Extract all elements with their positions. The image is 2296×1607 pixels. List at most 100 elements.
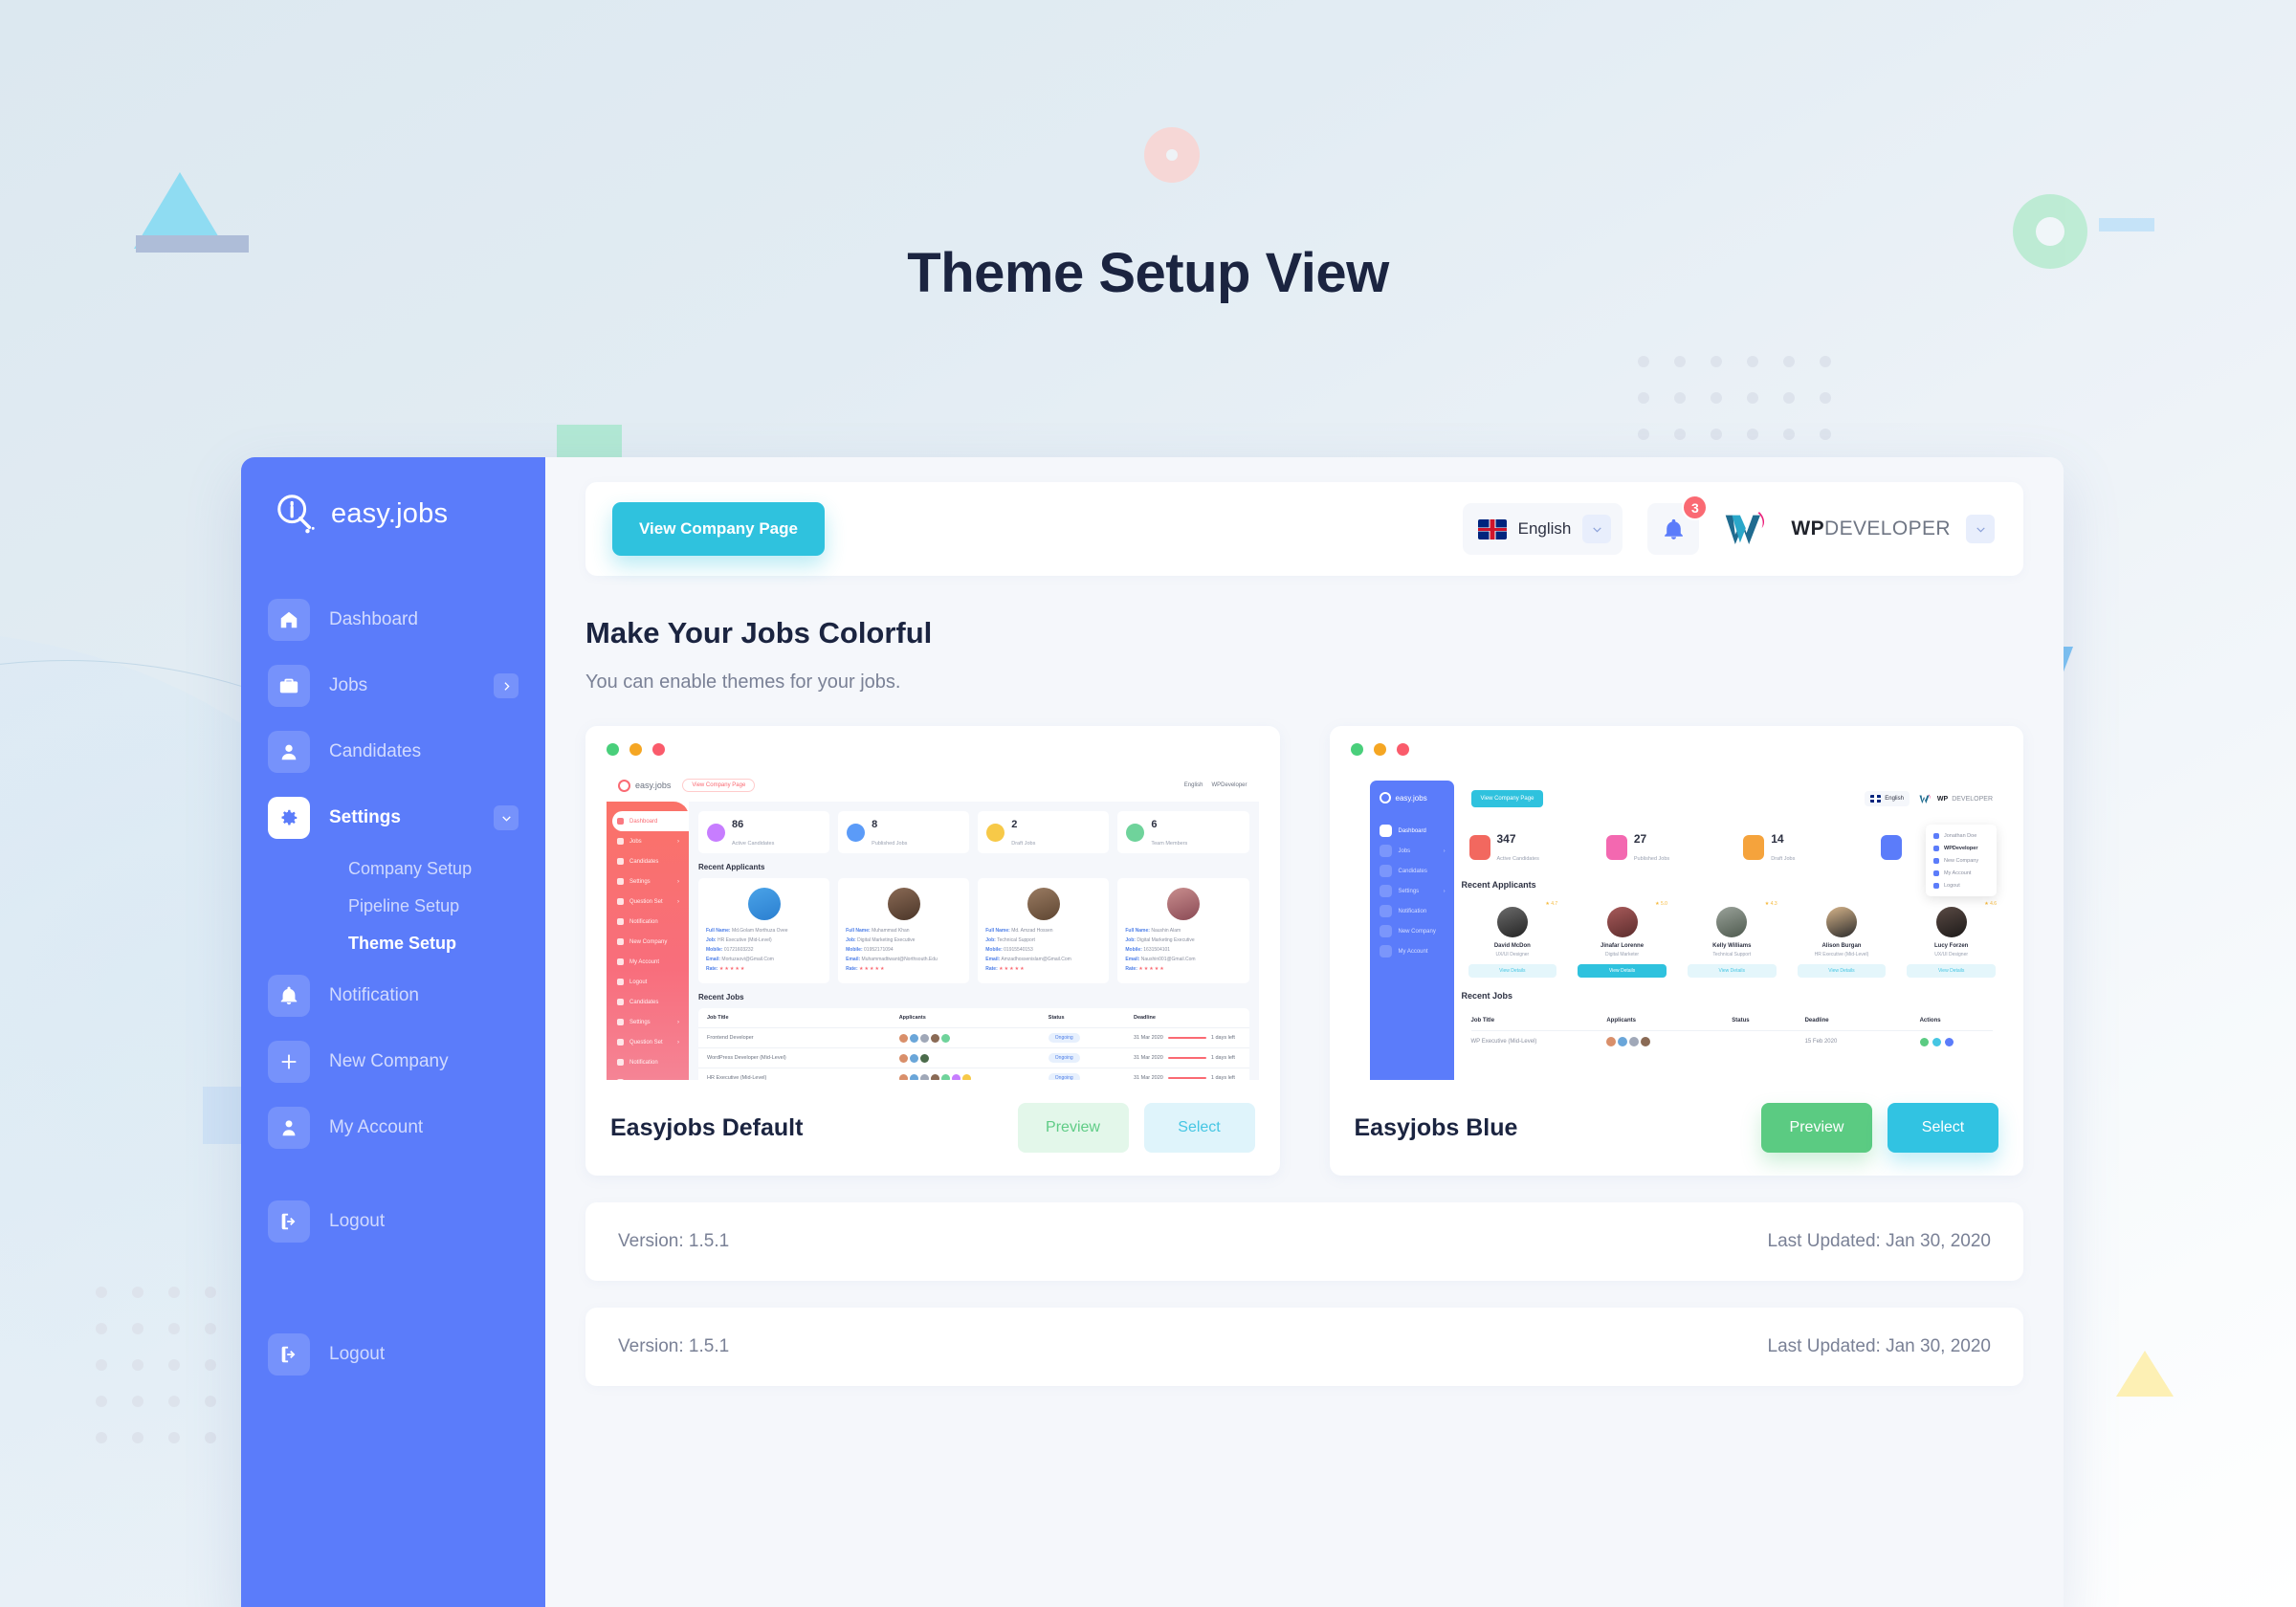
mini-applicant-card: ★ 4.6 Lucy Forzen UX/UI Designer View De… bbox=[1900, 896, 2003, 980]
mini-applicants-heading: Recent Applicants bbox=[698, 863, 765, 871]
chevron-right-icon[interactable] bbox=[494, 673, 519, 698]
mini-stat-card: 27 Published Jobs bbox=[1598, 826, 1729, 870]
dropdown-item: My Account bbox=[1926, 867, 1997, 879]
view-details-button: View Details bbox=[1468, 964, 1557, 978]
easyjobs-logo-icon bbox=[618, 779, 630, 792]
account-menu[interactable]: WPDEVELOPER bbox=[1724, 510, 1995, 548]
mini-applicant-row: Full Name: Md.Golam Morthuza Ovee Job: H… bbox=[698, 878, 1249, 983]
table-row: WP Executive (Mid-Level) 15 Feb 2020 bbox=[1471, 1031, 1994, 1052]
mini-nav-item: My Account bbox=[1370, 941, 1454, 961]
sidebar-item-label: Dashboard bbox=[329, 609, 418, 629]
chevron-down-icon[interactable] bbox=[1582, 515, 1612, 543]
sidebar-logout-group: Logout Logout bbox=[241, 1197, 545, 1379]
stat-icon bbox=[986, 823, 1005, 842]
select-button[interactable]: Select bbox=[1888, 1103, 1998, 1153]
dropdown-item: Logout bbox=[1926, 879, 1997, 892]
select-button[interactable]: Select bbox=[1143, 1103, 1255, 1153]
mini-nav-item: Notification bbox=[607, 1052, 689, 1072]
topbar-right: English 3 WPDEVELOPER bbox=[1462, 495, 1995, 555]
sidebar: easy.jobs Dashboard Jobs Candidates Sett… bbox=[241, 457, 545, 1607]
plus-icon bbox=[268, 1041, 310, 1083]
sidebar-subitem-theme-setup[interactable]: Theme Setup bbox=[241, 934, 545, 954]
mini-stat-row: 86 Active Candidates 8 Published Jobs 2 Dra… bbox=[698, 811, 1249, 853]
sidebar-item-new-company[interactable]: New Company bbox=[241, 1037, 545, 1087]
decor-triangle-blue-icon bbox=[134, 172, 226, 249]
avatar bbox=[1606, 907, 1638, 937]
stat-icon bbox=[1605, 835, 1627, 860]
sidebar-subitem-pipeline-setup[interactable]: Pipeline Setup bbox=[241, 896, 545, 916]
sidebar-item-candidates[interactable]: Candidates bbox=[241, 727, 545, 777]
theme-name: Easyjobs Blue bbox=[1354, 1113, 1518, 1141]
chevron-down-icon[interactable] bbox=[494, 805, 519, 830]
sidebar-item-settings[interactable]: Settings bbox=[241, 793, 545, 843]
mini-topbar-right: English WP DEVELOPER bbox=[1865, 791, 1993, 806]
logout-icon bbox=[268, 1333, 310, 1376]
language-selector[interactable]: English bbox=[1462, 503, 1623, 555]
sidebar-item-logout-2[interactable]: Logout bbox=[241, 1330, 545, 1379]
mini-nav-item: Jobs › bbox=[1370, 841, 1454, 861]
mini-stat-card: 86 Active Candidates bbox=[698, 811, 830, 853]
mini-nav-item: Question Set › bbox=[607, 892, 689, 912]
mini-nav-item: Candidates bbox=[607, 851, 689, 871]
sidebar-item-logout-1[interactable]: Logout bbox=[241, 1197, 545, 1246]
mini-sidebar: easy.jobs Dashboard Jobs › Candidates Set… bbox=[1369, 781, 1454, 1080]
account-name: WPDEVELOPER bbox=[1791, 517, 1951, 540]
preview-button[interactable]: Preview bbox=[1017, 1103, 1129, 1153]
sidebar-item-label: My Account bbox=[329, 1117, 424, 1137]
view-company-page-button[interactable]: View Company Page bbox=[612, 502, 825, 556]
decor-rect-mint bbox=[557, 425, 622, 457]
version-label: Version: 1.5.1 bbox=[618, 1231, 730, 1251]
section-header: Make Your Jobs Colorful You can enable t… bbox=[585, 616, 2023, 693]
rating-badge: ★ 4.7 bbox=[1545, 901, 1558, 907]
section-title: Make Your Jobs Colorful bbox=[585, 616, 933, 649]
topbar: View Company Page English 3 WPDEVELOPER bbox=[585, 482, 2023, 576]
theme-preview-default: easy.jobs View Company Page English WPDe… bbox=[585, 726, 1280, 1080]
uk-flag-icon bbox=[1870, 795, 1882, 803]
avatar bbox=[747, 888, 781, 920]
brand[interactable]: easy.jobs bbox=[241, 457, 545, 536]
window-dot-orange bbox=[629, 743, 642, 756]
sidebar-item-label: Candidates bbox=[329, 741, 422, 761]
sidebar-item-my-account[interactable]: My Account bbox=[241, 1103, 545, 1153]
sidebar-item-notification[interactable]: Notification bbox=[241, 971, 545, 1021]
mini-applicant-card: Full Name: Naushin Alam Job: Digital Mar… bbox=[1117, 878, 1249, 983]
sidebar-item-dashboard[interactable]: Dashboard bbox=[241, 595, 545, 645]
language-label: English bbox=[1517, 519, 1572, 538]
theme-card-blue[interactable]: easy.jobs Dashboard Jobs › Candidates Set… bbox=[1329, 726, 2024, 1176]
last-updated-label: Last Updated: Jan 30, 2020 bbox=[1767, 1231, 1991, 1251]
stat-icon bbox=[1468, 835, 1490, 860]
chevron-down-icon[interactable] bbox=[1966, 515, 1995, 543]
user-icon bbox=[268, 731, 310, 773]
theme-card-footer: Easyjobs Default Preview Select bbox=[585, 1080, 1280, 1176]
window-dots bbox=[607, 743, 1259, 756]
uk-flag-icon bbox=[1477, 518, 1507, 539]
bell-icon bbox=[1665, 518, 1683, 539]
mini-dashboard-blue: easy.jobs Dashboard Jobs › Candidates Set… bbox=[1351, 769, 2003, 1080]
mini-nav-item: Settings › bbox=[1370, 881, 1454, 901]
preview-button[interactable]: Preview bbox=[1761, 1103, 1872, 1153]
notifications-button[interactable]: 3 bbox=[1647, 495, 1709, 555]
theme-card-default[interactable]: easy.jobs View Company Page English WPDe… bbox=[585, 726, 1280, 1176]
sidebar-item-jobs[interactable]: Jobs bbox=[241, 661, 545, 711]
mini-jobs-heading: Recent Jobs bbox=[1461, 991, 1513, 1001]
table-header-row: Job Title Applicants Status Deadline Act… bbox=[1470, 1010, 1993, 1031]
decor-rect-blue bbox=[203, 1087, 245, 1144]
mini-brand-label: easy.jobs bbox=[1395, 793, 1427, 803]
mini-account-dropdown: Jonathan Doe WPDeveloper New Company My … bbox=[1926, 825, 1997, 896]
mini-nav-item: Dashboard bbox=[1370, 821, 1454, 841]
theme-preview-blue: easy.jobs Dashboard Jobs › Candidates Set… bbox=[1330, 726, 2024, 1080]
avatar bbox=[887, 888, 920, 920]
view-details-button: View Details bbox=[1578, 964, 1667, 978]
version-label: Version: 1.5.1 bbox=[618, 1336, 730, 1356]
table-row: Frontend Developer Ongoing 31 Mar 2020 1 … bbox=[698, 1028, 1249, 1048]
mini-stat-card: 6 Team Members bbox=[1117, 811, 1249, 853]
mini-stat-row: 347 Active Candidates 27 Published Jobs 14… bbox=[1461, 826, 2002, 870]
mini-nav-item: Candidates bbox=[1370, 861, 1454, 881]
avatar bbox=[1166, 888, 1200, 920]
sidebar-subitem-company-setup[interactable]: Company Setup bbox=[241, 859, 545, 879]
home-icon bbox=[268, 599, 310, 641]
mini-nav-item: Notification bbox=[1370, 901, 1454, 921]
mini-nav-item: Dashboard bbox=[612, 811, 689, 831]
section-subtitle: You can enable themes for your jobs. bbox=[585, 671, 901, 693]
view-details-button: View Details bbox=[1687, 964, 1777, 978]
